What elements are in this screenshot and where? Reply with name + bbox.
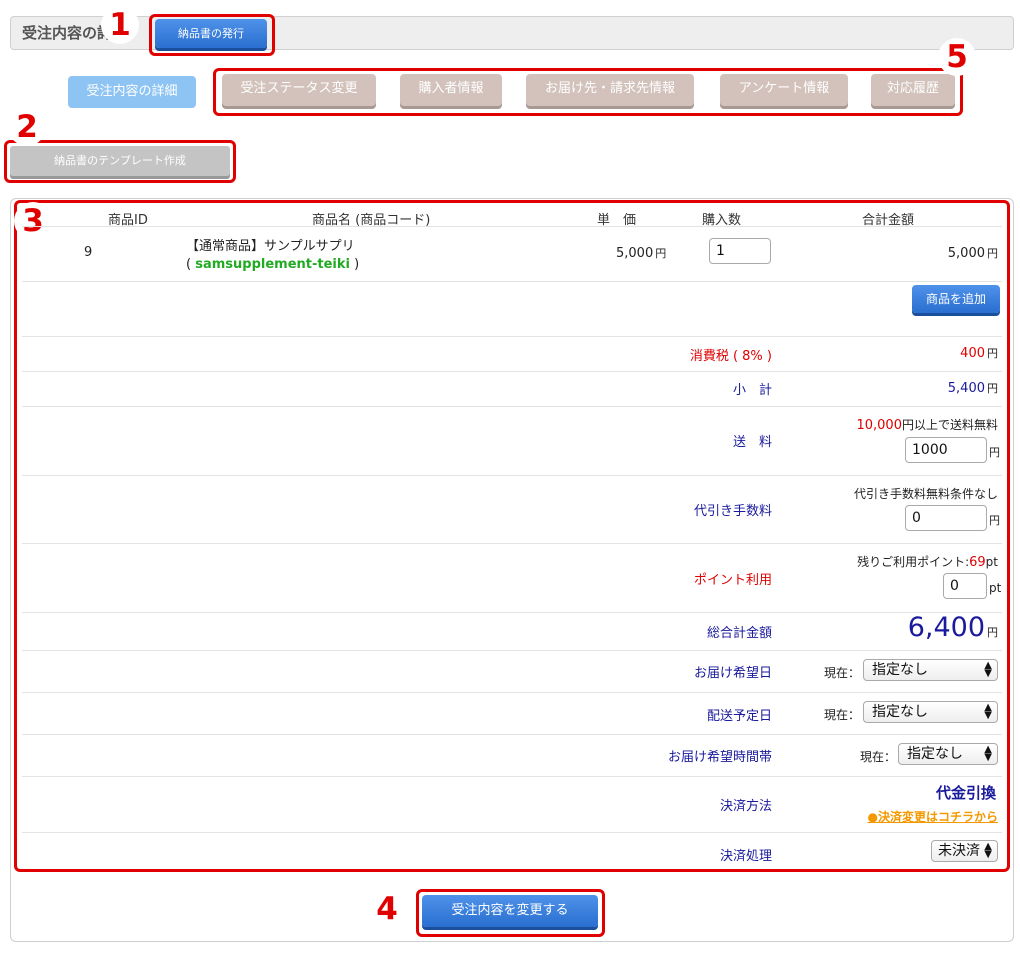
select-arrows-icon: ▲ ▼ xyxy=(984,841,992,860)
grand-total-label: 総合計金額 xyxy=(706,626,772,641)
tab-history[interactable]: 対応履歴 xyxy=(871,74,955,106)
divider xyxy=(22,406,1002,407)
tax-value: 400 円 xyxy=(960,346,998,361)
select-arrows-icon: ▲ ▼ xyxy=(984,660,992,679)
marker-4: 4 xyxy=(368,890,406,928)
divider xyxy=(22,650,1002,651)
divider xyxy=(22,734,1002,735)
change-payment-link[interactable]: ●決済変更はコチラから xyxy=(868,808,998,825)
tab-shipping-billing[interactable]: お届け先・請求先情報 xyxy=(526,74,694,106)
tab-order-detail[interactable]: 受注内容の詳細 xyxy=(68,76,196,108)
divider xyxy=(22,776,1002,777)
payment-process-label: 決済処理 xyxy=(719,849,772,864)
point-remaining: 残りご利用ポイント:69pt xyxy=(857,555,998,570)
select-arrows-icon: ▲ ▼ xyxy=(984,744,992,763)
payment-method-value: 代金引換 xyxy=(935,784,996,802)
subtotal-label: 小 計 xyxy=(732,383,772,398)
ship-date-select[interactable]: 指定なし ▲ ▼ xyxy=(863,701,998,723)
product-id: 9 xyxy=(84,245,93,260)
product-code: ( samsupplement-teiki ) xyxy=(186,257,360,272)
delivery-date-current: 現在： xyxy=(824,666,861,680)
delivery-time-label: お届け希望時間帯 xyxy=(667,750,772,765)
subtotal-value: 5,400 円 xyxy=(947,381,998,396)
delivery-time-current: 現在： xyxy=(860,750,897,764)
product-total: 5,000 円 xyxy=(947,246,998,261)
point-unit: pt xyxy=(989,581,1002,595)
divider xyxy=(22,612,1002,613)
shipping-yen: 円 xyxy=(989,446,1000,459)
point-use-label: ポイント利用 xyxy=(693,573,772,588)
divider xyxy=(22,543,1002,544)
divider xyxy=(22,226,1002,227)
delivery-date-select[interactable]: 指定なし ▲ ▼ xyxy=(863,659,998,681)
marker-2: 2 xyxy=(8,108,46,146)
tax-label: 消費税 ( 8% ) xyxy=(689,349,772,364)
quantity-input[interactable]: 1 xyxy=(709,238,771,264)
highlight-box-3 xyxy=(14,200,1010,872)
cod-fee-note: 代引き手数料無料条件なし xyxy=(853,487,998,501)
shipping-label: 送 料 xyxy=(732,435,772,450)
add-product-button[interactable]: 商品を追加 xyxy=(912,285,1000,313)
divider xyxy=(22,832,1002,833)
issue-invoice-button[interactable]: 納品書の発行 xyxy=(155,19,267,48)
tab-order-status[interactable]: 受注ステータス変更 xyxy=(222,74,376,106)
payment-method-label: 決済方法 xyxy=(719,799,772,814)
select-arrows-icon: ▲ ▼ xyxy=(984,702,992,721)
grand-total-value: 6,400 円 xyxy=(907,612,998,643)
cod-yen: 円 xyxy=(989,514,1000,527)
divider xyxy=(22,692,1002,693)
shipping-note: 10,000円以上で送料無料 xyxy=(856,418,998,433)
ship-date-current: 現在： xyxy=(824,708,861,722)
marker-1: 1 xyxy=(101,6,139,44)
delivery-date-label: お届け希望日 xyxy=(693,666,772,681)
payment-process-select[interactable]: 未決済 ▲ ▼ xyxy=(931,840,998,862)
point-use-input[interactable]: 0 xyxy=(943,573,987,599)
tab-survey[interactable]: アンケート情報 xyxy=(720,74,848,106)
divider xyxy=(22,336,1002,337)
submit-order-change-button[interactable]: 受注内容を変更する xyxy=(422,895,598,927)
divider xyxy=(22,281,1002,282)
delivery-time-select[interactable]: 指定なし ▲ ▼ xyxy=(898,743,998,765)
divider xyxy=(22,371,1002,372)
cod-fee-input[interactable]: 0 xyxy=(905,505,987,531)
cod-fee-label: 代引き手数料 xyxy=(693,504,772,519)
product-price: 5,000 円 xyxy=(616,246,667,261)
marker-3: 3 xyxy=(14,202,52,240)
ship-date-label: 配送予定日 xyxy=(706,709,772,724)
invoice-template-button[interactable]: 納品書のテンプレート作成 xyxy=(10,146,230,176)
shipping-fee-input[interactable]: 1000 xyxy=(905,437,987,463)
tab-buyer-info[interactable]: 購入者情報 xyxy=(400,74,502,106)
marker-5: 5 xyxy=(938,38,976,76)
divider xyxy=(22,475,1002,476)
product-name: 【通常商品】サンプルサプリ xyxy=(186,239,355,254)
